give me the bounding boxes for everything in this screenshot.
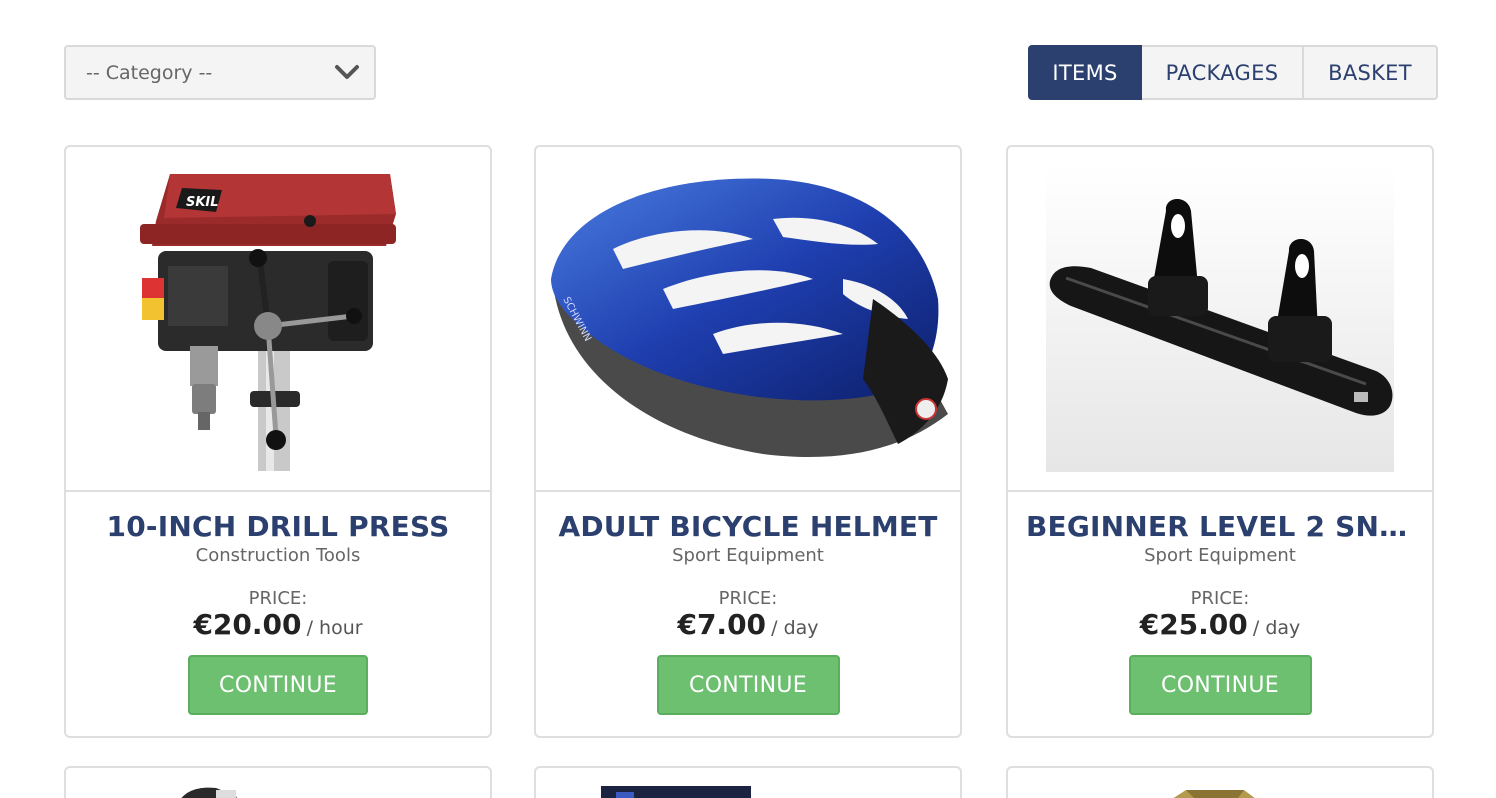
continue-button[interactable]: CONTINUE [656,655,840,715]
price-row: €7.00 / day [536,609,960,645]
category-select[interactable]: -- Category -- [64,45,376,100]
price-row: €20.00 / hour [66,609,490,645]
chevron-down-icon [335,65,359,79]
product-price: €25.00 [1139,608,1248,641]
product-image-bicycle-helmet[interactable]: SCHWINN [536,147,960,492]
price-unit: / day [771,617,819,639]
product-card-partial [64,766,492,798]
product-category: Sport Equipment [1144,545,1296,566]
product-title[interactable]: BEGINNER LEVEL 2 SNO... [1008,510,1432,543]
category-select-value: -- Category -- [86,61,213,84]
product-card: BEGINNER LEVEL 2 SNO... Sport Equipment … [1006,145,1434,738]
continue-button[interactable]: CONTINUE [1128,655,1312,715]
product-card: SCHWINN ADULT BICYCLE HELMET Sport Equip… [534,145,962,738]
product-image-drill-press[interactable]: SKIL [66,147,490,492]
product-title[interactable]: ADULT BICYCLE HELMET [536,510,960,543]
product-card: SKIL 10-INCH DRILL PRESS Construction To… [64,145,492,738]
product-image-partial [1173,790,1255,798]
price-row: €25.00 / day [1008,609,1432,645]
product-price: €20.00 [193,608,302,641]
drill-press-image: SKIL [140,174,396,471]
product-image-partial [181,787,237,798]
tab-packages[interactable]: PACKAGES [1142,45,1304,100]
price-unit: / day [1252,617,1301,639]
continue-button[interactable]: CONTINUE [188,655,368,715]
product-image-snowboard[interactable] [1008,147,1432,492]
tab-basket[interactable]: BASKET [1304,45,1438,100]
snowboard-image [1046,165,1394,472]
brand-label: SKIL [186,195,219,210]
product-title[interactable]: 10-INCH DRILL PRESS [66,510,490,543]
product-category: Construction Tools [195,545,361,566]
tab-items[interactable]: ITEMS [1028,45,1142,100]
view-tabs: ITEMS PACKAGES BASKET [1028,45,1438,100]
price-label: PRICE: [718,588,778,609]
product-category: Sport Equipment [672,545,824,566]
product-image-partial [601,786,751,798]
price-unit: / hour [306,617,363,639]
bicycle-helmet-image: SCHWINN [551,178,948,457]
product-card-partial [534,766,962,798]
product-price: €7.00 [677,608,767,641]
price-label: PRICE: [1190,588,1250,609]
price-label: PRICE: [248,588,308,609]
product-card-partial [1006,766,1434,798]
